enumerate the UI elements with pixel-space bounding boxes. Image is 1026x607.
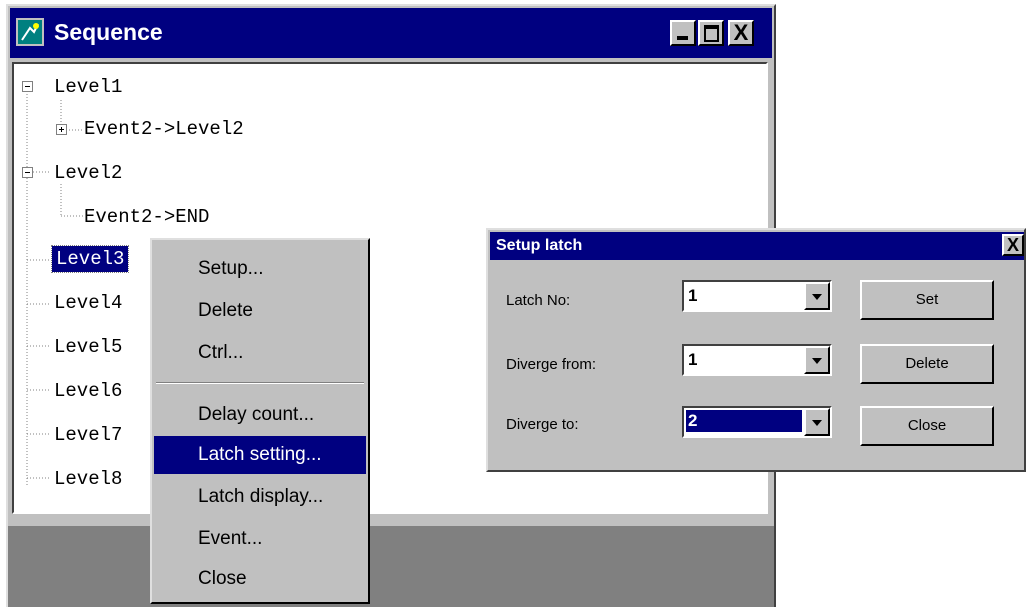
menu-item-latch-setting[interactable]: Latch setting... (154, 436, 366, 474)
set-button[interactable]: Set (860, 280, 994, 320)
dialog-title-bar[interactable]: Setup latch X (490, 232, 1024, 260)
dropdown-arrow-icon[interactable] (804, 346, 830, 374)
window-bottom-area (8, 526, 774, 607)
tree-node-event2-level2[interactable]: Event2->Level2 (80, 116, 248, 142)
diverge-from-value: 1 (688, 350, 698, 369)
tree-node-level6[interactable]: Level6 (50, 378, 126, 404)
delete-button[interactable]: Delete (860, 344, 994, 384)
minimize-button[interactable] (670, 20, 696, 46)
latch-no-label: Latch No: (506, 292, 571, 309)
close-icon: X (733, 20, 749, 45)
menu-item-ctrl[interactable]: Ctrl... (154, 334, 366, 372)
menu-item-close[interactable]: Close (154, 560, 366, 598)
context-menu: Setup... Delete Ctrl... Delay count... L… (150, 238, 370, 604)
tree-node-event2-end[interactable]: Event2->END (80, 204, 213, 230)
menu-item-delay-count[interactable]: Delay count... (154, 396, 366, 434)
maximize-icon (700, 22, 722, 44)
window-title: Sequence (54, 19, 163, 45)
diverge-from-select[interactable]: 1 (682, 344, 832, 376)
diverge-from-label: Diverge from: (506, 356, 597, 373)
diverge-to-label: Diverge to: (506, 416, 579, 433)
title-bar[interactable]: Sequence X (10, 8, 772, 58)
tree-node-level2[interactable]: Level2 (50, 160, 126, 186)
collapse-icon[interactable] (22, 167, 33, 178)
maximize-button[interactable] (698, 20, 724, 46)
menu-item-delete[interactable]: Delete (154, 292, 366, 330)
tree-node-level8[interactable]: Level8 (50, 466, 126, 492)
diverge-to-value: 2 (685, 409, 803, 433)
dialog-close-action-button[interactable]: Close (860, 406, 994, 446)
latch-no-value: 1 (688, 286, 698, 305)
tree-node-level3[interactable]: Level3 (50, 245, 130, 273)
sequence-app-icon[interactable] (16, 18, 44, 46)
menu-item-latch-display[interactable]: Latch display... (154, 478, 366, 516)
dropdown-arrow-icon[interactable] (804, 408, 830, 436)
diverge-to-select[interactable]: 2 (682, 406, 832, 438)
menu-separator (156, 382, 364, 384)
tree-node-level5[interactable]: Level5 (50, 334, 126, 360)
tree-node-level7[interactable]: Level7 (50, 422, 126, 448)
dialog-close-button[interactable]: X (1002, 234, 1024, 256)
menu-item-setup[interactable]: Setup... (154, 250, 366, 288)
dropdown-arrow-icon[interactable] (804, 282, 830, 310)
close-icon: X (1006, 235, 1019, 255)
setup-latch-dialog: Setup latch X Latch No: 1 Diverge from: … (486, 228, 1026, 472)
expand-icon[interactable] (56, 124, 67, 135)
minimize-icon (672, 22, 694, 44)
dialog-title: Setup latch (496, 237, 583, 254)
tree-node-level4[interactable]: Level4 (50, 290, 126, 316)
menu-item-event[interactable]: Event... (154, 520, 366, 558)
collapse-icon[interactable] (22, 81, 33, 92)
tree-node-level1[interactable]: Level1 (50, 74, 126, 100)
latch-no-select[interactable]: 1 (682, 280, 832, 312)
close-button[interactable]: X (728, 20, 754, 46)
